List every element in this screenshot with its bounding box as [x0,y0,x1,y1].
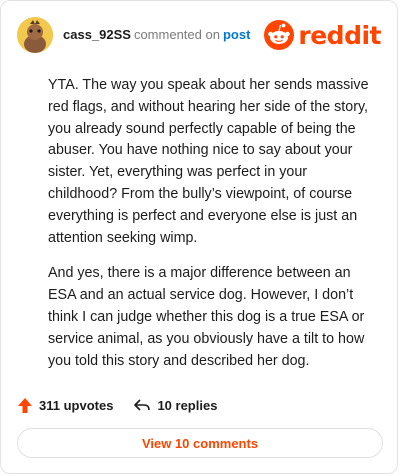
comment-actions: 311 upvotes 10 replies [17,393,237,417]
reddit-wordmark: reddit [298,20,381,50]
username-link[interactable]: cass_92SS [63,27,131,42]
comment-body: YTA. The way you speak about her sends m… [48,75,378,386]
upvote-button[interactable]: 311 upvotes [17,397,113,414]
replies-button[interactable]: 10 replies [133,397,217,413]
comment-paragraph: YTA. The way you speak about her sends m… [48,77,369,246]
avatar-icon [17,17,53,53]
comment-card: cass_92SS commented on post reddit YTA. Th… [0,0,398,474]
byline: cass_92SS commented on post [63,27,250,42]
commented-on-label: commented on [133,27,220,42]
comment-paragraph: And yes, there is a major difference bet… [48,265,365,369]
comment-header: cass_92SS commented on post reddit [17,17,381,53]
view-comments-button[interactable]: View 10 comments [17,428,383,458]
reddit-snoo-icon [264,20,295,50]
replies-count: 10 replies [157,397,218,413]
post-link[interactable]: post [223,27,250,42]
reply-arrow-icon [134,399,151,411]
upvote-count: 311 upvotes [39,397,114,413]
reddit-logo[interactable]: reddit [264,19,381,51]
upvote-arrow-icon [18,397,32,413]
avatar[interactable] [17,17,53,53]
